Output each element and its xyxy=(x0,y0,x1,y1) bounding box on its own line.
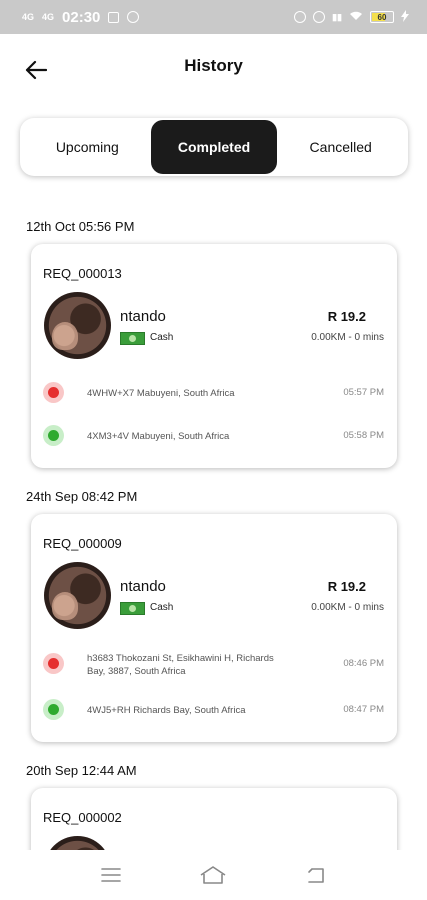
system-nav-bar xyxy=(0,850,427,900)
pickup-address: 4WHW+X7 Mabuyeni, South Africa xyxy=(87,388,235,399)
back-nav-icon xyxy=(308,868,324,883)
battery-icon: 60 xyxy=(370,11,394,23)
wifi-icon xyxy=(349,10,363,24)
pickup-marker-icon xyxy=(43,653,64,674)
payment-method: Cash xyxy=(150,602,174,613)
request-id: REQ_000009 xyxy=(43,536,122,551)
pickup-marker-icon xyxy=(43,382,64,403)
trip-fare: R 19.2 xyxy=(327,309,366,324)
notification-icon xyxy=(108,11,120,23)
trip-date: 24th Sep 08:42 PM xyxy=(26,489,138,504)
trip-card[interactable]: REQ_000013 ntando Cash R 19.2 0.00KM - 0… xyxy=(31,244,397,468)
trip-card[interactable]: REQ_000002 xyxy=(31,788,397,850)
pickup-time: 08:46 PM xyxy=(343,658,384,669)
signal-indicator-2: 4G xyxy=(42,11,55,22)
alarm-icon xyxy=(127,11,140,23)
cash-icon xyxy=(120,332,145,345)
drop-marker-icon xyxy=(43,425,64,446)
trip-fare: R 19.2 xyxy=(327,579,366,594)
status-bar: 4G 4G 02:30 ▮▮ 60 xyxy=(0,0,427,34)
home-button[interactable] xyxy=(198,860,228,890)
trip-date: 12th Oct 05:56 PM xyxy=(26,219,135,234)
alarm-status-icon xyxy=(313,11,326,23)
history-tabs: Upcoming Completed Cancelled xyxy=(20,118,408,176)
location-icon xyxy=(294,11,307,23)
mobile-signal-icon: ▮▮ xyxy=(332,11,342,22)
driver-name: ntando xyxy=(120,308,166,325)
recent-apps-button[interactable] xyxy=(96,860,126,890)
trip-distance-time: 0.00KM - 0 mins xyxy=(311,332,384,343)
pickup-time: 05:57 PM xyxy=(343,387,384,398)
trip-distance-time: 0.00KM - 0 mins xyxy=(311,602,384,613)
tab-upcoming[interactable]: Upcoming xyxy=(24,120,151,174)
drop-marker-icon xyxy=(43,699,64,720)
trip-date: 20th Sep 12:44 AM xyxy=(26,763,137,778)
drop-address: 4XM3+4V Mabuyeni, South Africa xyxy=(87,431,230,442)
payment-method: Cash xyxy=(150,332,174,343)
drop-time: 05:58 PM xyxy=(343,430,384,441)
drop-address: 4WJ5+RH Richards Bay, South Africa xyxy=(87,705,246,716)
trip-history-list[interactable]: 12th Oct 05:56 PM REQ_000013 ntando Cash… xyxy=(0,200,427,850)
page-title: History xyxy=(184,56,243,75)
back-button[interactable] xyxy=(22,56,50,84)
driver-avatar xyxy=(44,292,111,359)
cash-icon xyxy=(120,602,145,615)
arrow-left-icon xyxy=(25,60,47,80)
signal-indicator-1: 4G xyxy=(22,11,35,22)
tab-cancelled[interactable]: Cancelled xyxy=(277,120,404,174)
menu-icon xyxy=(101,868,121,882)
app-header: History xyxy=(0,34,427,104)
drop-time: 08:47 PM xyxy=(343,704,384,715)
pickup-address: h3683 Thokozani St, Esikhawini H, Richar… xyxy=(87,653,274,677)
trip-card[interactable]: REQ_000009 ntando Cash R 19.2 0.00KM - 0… xyxy=(31,514,397,742)
request-id: REQ_000013 xyxy=(43,266,122,281)
tab-completed[interactable]: Completed xyxy=(150,120,278,174)
driver-avatar xyxy=(44,836,111,850)
home-icon xyxy=(201,866,226,884)
request-id: REQ_000002 xyxy=(43,810,122,825)
driver-avatar xyxy=(44,562,111,629)
back-nav-button[interactable] xyxy=(301,860,331,890)
charging-icon xyxy=(401,9,409,25)
clock: 02:30 xyxy=(62,8,101,26)
driver-name: ntando xyxy=(120,578,166,595)
